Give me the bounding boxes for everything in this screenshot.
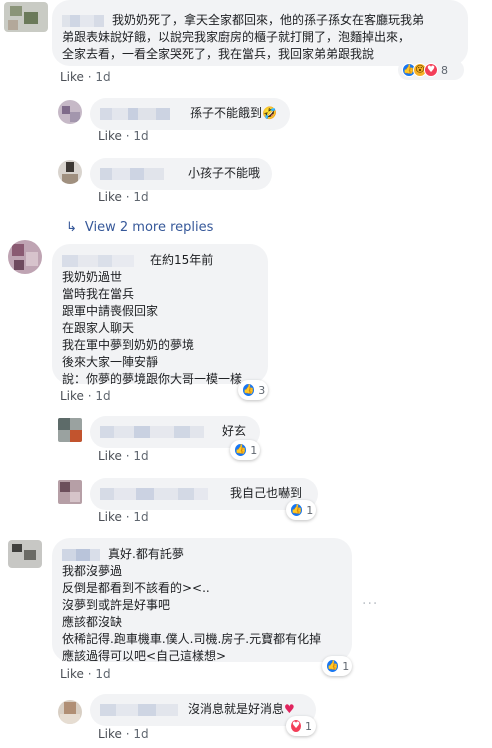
view-more-replies-link[interactable]: ↳ View 2 more replies	[66, 220, 213, 235]
reply-text: 好玄	[222, 424, 247, 438]
comment-text: 弟跟表妹說好餓，以說完我家廚房的櫃子就打開了，泡麵掉出來，	[62, 30, 411, 44]
comment-bubble: 在約15年前 我奶奶過世 當時我在當兵 跟軍中請喪假回家 在跟家人聊天 我在軍中…	[52, 244, 268, 386]
comment-text: 應該都沒缺	[62, 615, 123, 629]
reply-text: 小孩子不能哦	[188, 166, 261, 180]
view-more-replies-label: View 2 more replies	[84, 220, 214, 235]
timestamp[interactable]: 1d	[133, 449, 148, 463]
reaction-summary[interactable]: 👍 1	[286, 500, 316, 520]
timestamp[interactable]: 1d	[133, 510, 148, 524]
timestamp[interactable]: 1d	[95, 70, 110, 84]
like-link[interactable]: Like	[98, 727, 122, 741]
comment-text: 反倒是都看到不該看的><..	[62, 581, 210, 595]
reaction-count: 1	[306, 503, 314, 517]
love-reaction-icon: ♥	[424, 63, 438, 77]
like-reaction-icon: 👍	[290, 503, 304, 517]
reply-bubble: 沒消息就是好消息♥	[90, 694, 316, 726]
comment-bubble: 我奶奶死了，拿天全家都回來，他的孫子孫女在客廳玩我弟 弟跟表妹說好餓，以說完我家…	[52, 0, 468, 66]
reply-text: 沒消息就是好消息	[188, 702, 285, 716]
comment-text: 說：你夢的夢境跟你大哥一模一樣	[62, 372, 243, 386]
timestamp[interactable]: 1d	[133, 129, 148, 143]
reaction-count: 1	[305, 719, 312, 733]
reaction-count: 3	[258, 383, 266, 397]
reply-text: 孫子不能餓到🤣	[190, 106, 277, 120]
comment-text: 我奶奶過世	[62, 270, 123, 284]
avatar[interactable]	[4, 2, 48, 32]
commenter-name-blurred[interactable]	[62, 254, 146, 267]
timestamp[interactable]: 1d	[95, 667, 110, 681]
comment-text: 全家去看，一看全家哭死了，我在當兵，我回家弟弟跟我說	[62, 47, 375, 61]
like-reaction-icon: 👍	[234, 443, 248, 457]
commenter-name-blurred[interactable]	[100, 107, 186, 120]
like-link[interactable]: Like	[98, 129, 122, 143]
comment-text: 跟軍中請喪假回家	[62, 304, 159, 318]
comment-text: 在跟家人聊天	[62, 321, 135, 335]
reaction-summary[interactable]: ♥ 1	[286, 716, 316, 736]
comment-text: 應該過得可以吧<自己這樣想>	[62, 649, 227, 663]
like-link[interactable]: Like	[60, 70, 84, 84]
comment-text: 在約15年前	[150, 253, 214, 267]
reaction-count: 8	[441, 63, 448, 77]
reply-meta: Like · 1d	[98, 129, 149, 143]
commenter-name-blurred[interactable]	[100, 425, 218, 438]
comment-text: 我在軍中夢到奶奶的夢境	[62, 338, 195, 352]
reply-meta: Like · 1d	[98, 190, 149, 204]
comment-text: 依稀記得.跑車機車.僕人.司機.房子.元寶都有化掉	[62, 632, 322, 646]
reply-bubble: 我自己也嚇到	[90, 478, 318, 510]
comment-text: 當時我在當兵	[62, 287, 135, 301]
avatar[interactable]	[8, 240, 42, 274]
comment-text: 沒夢到或許是好事吧	[62, 598, 171, 612]
reply-meta: Like · 1d	[98, 449, 149, 463]
commenter-name-blurred[interactable]	[62, 14, 108, 27]
reply-meta: Like · 1d	[98, 510, 149, 524]
heart-emoji-icon: ♥	[284, 702, 295, 716]
like-reaction-icon: 👍	[242, 383, 256, 397]
reaction-summary[interactable]: 👍 3	[238, 380, 268, 400]
reply-arrow-icon: ↳	[66, 220, 77, 235]
avatar[interactable]	[58, 418, 82, 442]
commenter-name-blurred[interactable]	[62, 548, 104, 561]
reaction-count: 1	[250, 443, 258, 457]
like-link[interactable]: Like	[98, 190, 122, 204]
commenter-name-blurred[interactable]	[100, 487, 226, 500]
avatar[interactable]	[58, 160, 82, 184]
commenter-name-blurred[interactable]	[100, 703, 184, 716]
reply-bubble: 孫子不能餓到🤣	[90, 98, 290, 130]
comment-bubble: 真好.都有託夢 我都沒夢過 反倒是都看到不該看的><.. 沒夢到或許是好事吧 應…	[52, 538, 352, 663]
like-link[interactable]: Like	[98, 449, 122, 463]
more-options-icon[interactable]: ···	[362, 596, 378, 612]
comment-text: 我都沒夢過	[62, 564, 123, 578]
love-reaction-icon: ♥	[290, 719, 302, 733]
like-link[interactable]: Like	[60, 667, 84, 681]
reply-bubble: 小孩子不能哦	[90, 158, 272, 190]
comment-text: 真好.都有託夢	[108, 547, 184, 561]
reaction-summary[interactable]: 👍 1	[322, 656, 352, 676]
timestamp[interactable]: 1d	[95, 389, 110, 403]
reaction-summary[interactable]: 👍 😮 ♥ 8	[398, 60, 464, 80]
avatar[interactable]	[58, 480, 82, 504]
reaction-summary[interactable]: 👍 1	[230, 440, 260, 460]
commenter-name-blurred[interactable]	[100, 167, 184, 180]
timestamp[interactable]: 1d	[133, 727, 148, 741]
comment-meta: Like · 1d	[60, 667, 111, 681]
avatar[interactable]	[58, 100, 82, 124]
comment-text: 我奶奶死了，拿天全家都回來，他的孫子孫女在客廳玩我弟	[112, 13, 425, 27]
comment-meta: Like · 1d	[60, 70, 111, 84]
timestamp[interactable]: 1d	[133, 190, 148, 204]
avatar[interactable]	[8, 540, 42, 568]
avatar[interactable]	[58, 700, 82, 724]
reply-meta: Like · 1d	[98, 727, 149, 741]
comment-meta: Like · 1d	[60, 389, 111, 403]
comment-text: 後來大家一陣安靜	[62, 355, 159, 369]
reply-text: 我自己也嚇到	[230, 486, 303, 500]
like-reaction-icon: 👍	[326, 659, 340, 673]
like-link[interactable]: Like	[98, 510, 122, 524]
like-link[interactable]: Like	[60, 389, 84, 403]
reaction-count: 1	[342, 659, 350, 673]
